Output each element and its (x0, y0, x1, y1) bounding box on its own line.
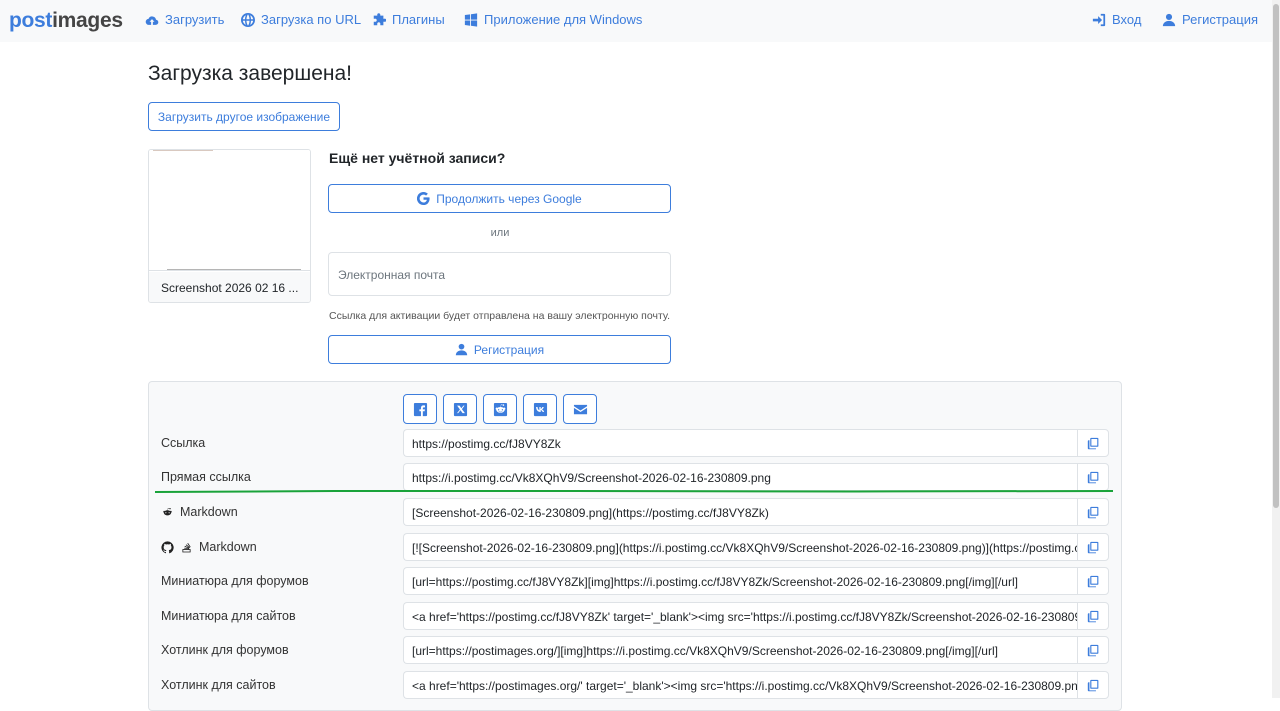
link-row-label-text: Ссылка (161, 436, 206, 450)
logo-part-images: images (52, 9, 123, 32)
link-field-markdown-reddit[interactable]: [Screenshot-2026-02-16-230809.png](https… (403, 498, 1078, 526)
copy-icon (1087, 506, 1098, 518)
link-row-label-markdown-reddit: Markdown (161, 505, 238, 519)
stack-icon (182, 542, 191, 552)
thumbnail-caption: Screenshot 2026 02 16 ... (149, 272, 310, 302)
google-signin-label: Продолжить через Google (436, 191, 582, 206)
link-row-label-site-thumb: Миниатюра для сайтов (161, 609, 296, 623)
link-field-markdown-github[interactable]: [![Screenshot-2026-02-16-230809.png](htt… (403, 533, 1078, 561)
facebook-icon (413, 402, 427, 416)
scrollbar-thumb[interactable] (1273, 4, 1279, 508)
copy-icon (1087, 437, 1098, 449)
copy-icon (1087, 471, 1098, 483)
google-icon (417, 192, 430, 205)
share-reddit-button[interactable] (483, 394, 517, 424)
thumbnail-image[interactable] (149, 150, 310, 271)
user-icon (455, 343, 468, 356)
copy-button[interactable] (1077, 671, 1109, 699)
copy-icon (1087, 679, 1098, 691)
thumbnail-detail (153, 150, 213, 151)
globe-icon (241, 12, 255, 27)
cloud-upload-icon (145, 15, 159, 25)
thumbnail-card[interactable]: Screenshot 2026 02 16 ... (148, 149, 311, 303)
copy-button[interactable] (1077, 429, 1109, 457)
nav-windows-app-label: Приложение для Windows (484, 12, 643, 27)
share-x-button[interactable] (443, 394, 477, 424)
link-row-label-direct: Прямая ссылка (161, 470, 251, 484)
nav-upload-label: Загрузить (165, 12, 225, 27)
link-row-label-text: Хотлинк для сайтов (161, 678, 276, 692)
link-row-label-markdown-github: Markdown (161, 540, 257, 554)
nav-url-upload[interactable]: Загрузка по URL (241, 12, 361, 27)
copy-button[interactable] (1077, 498, 1109, 526)
logo-part-post: post (9, 9, 53, 32)
link-row-label-forum-hotlink: Хотлинк для форумов (161, 643, 289, 657)
nav-login-label: Вход (1112, 12, 1142, 27)
google-signin-button[interactable]: Продолжить через Google (328, 184, 671, 213)
copy-button[interactable] (1077, 463, 1109, 491)
copy-button[interactable] (1077, 636, 1109, 664)
upload-another-button[interactable]: Загрузить другое изображение (148, 102, 340, 131)
share-email-button[interactable] (563, 394, 597, 424)
register-button-label: Регистрация (473, 342, 545, 357)
share-vk-button[interactable] (523, 394, 557, 424)
copy-icon (1087, 575, 1098, 587)
link-row-label-text: Миниатюра для сайтов (161, 609, 296, 623)
nav-register[interactable]: Регистрация (1162, 12, 1258, 27)
nav-upload[interactable]: Загрузить (145, 12, 224, 27)
link-field-forum-thumb[interactable]: [url=https://postimg.cc/fJ8VY8Zk][img]ht… (403, 567, 1078, 595)
link-field-site-hotlink[interactable]: <a href='https://postimages.org/' target… (403, 671, 1078, 699)
copy-icon (1087, 610, 1098, 622)
or-separator: или (490, 227, 510, 239)
copy-button[interactable] (1077, 533, 1109, 561)
link-row-label-text: Markdown (199, 540, 257, 554)
link-row-label-text: Хотлинк для форумов (161, 643, 289, 657)
link-field-forum-hotlink[interactable]: [url=https://postimages.org/][img]https:… (403, 636, 1078, 664)
nav-url-upload-label: Загрузка по URL (261, 12, 362, 27)
email-field[interactable]: Электронная почта (328, 252, 671, 296)
github-icon (161, 540, 174, 553)
activation-note: Ссылка для активации будет отправлена на… (329, 310, 670, 322)
signup-title: Ещё нет учётной записи? (329, 150, 506, 166)
share-facebook-button[interactable] (403, 394, 437, 424)
puzzle-icon (373, 12, 386, 25)
link-row-label-text: Миниатюра для форумов (161, 574, 309, 588)
link-row-label-text: Markdown (180, 505, 238, 519)
link-field-direct[interactable]: https://i.postimg.cc/Vk8XQhV9/Screenshot… (403, 463, 1078, 491)
page-title: Загрузка завершена! (148, 62, 352, 85)
copy-icon (1087, 541, 1098, 553)
reddit-icon (163, 507, 172, 515)
link-row-label-forum-thumb: Миниатюра для форумов (161, 574, 309, 588)
copy-button[interactable] (1077, 602, 1109, 630)
envelope-icon (573, 404, 587, 414)
windows-icon (464, 12, 478, 27)
top-navbar: postimages Загрузить Загрузка по URL Пла… (0, 0, 1272, 42)
link-row-label-page: Ссылка (161, 436, 205, 450)
user-icon (1162, 13, 1176, 26)
link-row-label-site-hotlink: Хотлинк для сайтов (161, 678, 276, 692)
x-icon (453, 402, 467, 416)
sign-in-icon (1092, 13, 1106, 26)
upload-another-label: Загрузить другое изображение (157, 109, 331, 124)
nav-windows-app[interactable]: Приложение для Windows (464, 12, 642, 27)
annotation-underline (155, 490, 1113, 493)
link-field-site-thumb[interactable]: <a href='https://postimg.cc/fJ8VY8Zk' ta… (403, 602, 1078, 630)
copy-button[interactable] (1077, 567, 1109, 595)
reddit-icon (493, 402, 507, 416)
site-logo[interactable]: postimages (9, 9, 123, 33)
nav-plugins[interactable]: Плагины (372, 12, 445, 27)
nav-plugins-label: Плагины (392, 12, 445, 27)
nav-login[interactable]: Вход (1092, 12, 1141, 27)
register-button[interactable]: Регистрация (328, 335, 671, 364)
scrollbar[interactable] (1272, 0, 1280, 698)
thumbnail-detail (167, 269, 301, 270)
vk-icon (533, 402, 547, 416)
copy-icon (1087, 644, 1098, 656)
link-field-page[interactable]: https://postimg.cc/fJ8VY8Zk (403, 429, 1078, 457)
nav-register-label: Регистрация (1182, 12, 1258, 27)
link-row-label-text: Прямая ссылка (161, 470, 251, 484)
